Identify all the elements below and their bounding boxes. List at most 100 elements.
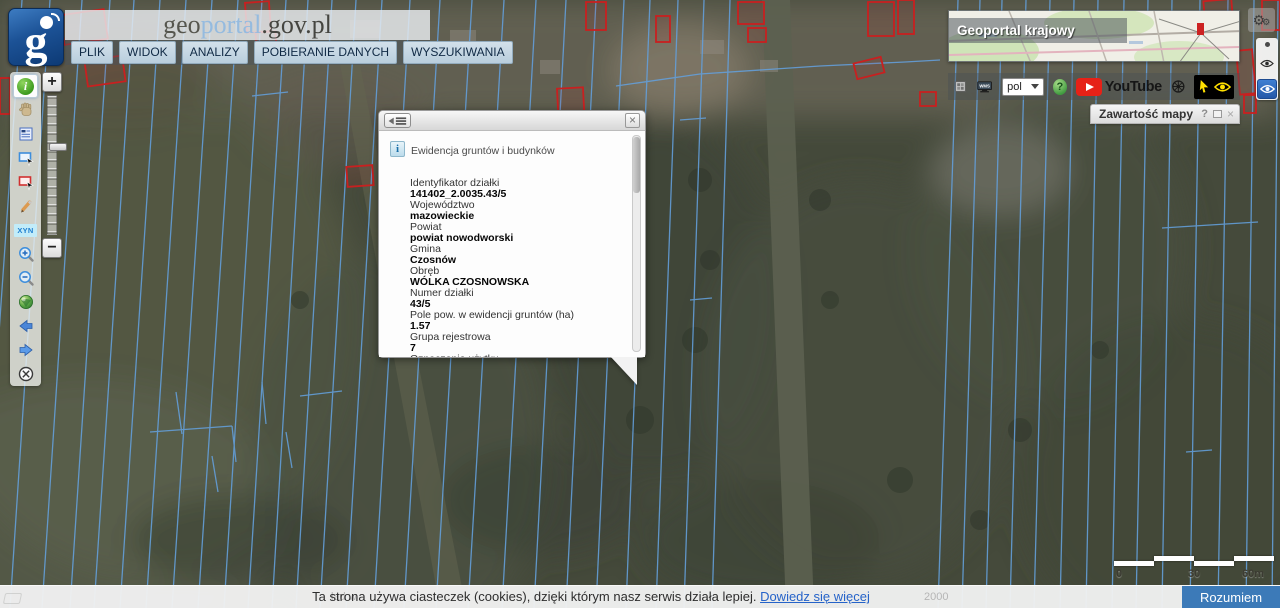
cancel-tool[interactable]: [13, 362, 38, 386]
popup-back-list-button[interactable]: [384, 113, 411, 128]
draw-measure-tool[interactable]: [13, 194, 38, 218]
menu-wyszukiwania[interactable]: WYSZUKIWANIA: [403, 41, 513, 64]
zoom-in-tool[interactable]: [13, 242, 38, 266]
map-contents-title: Zawartość mapy: [1099, 107, 1194, 121]
cookie-accept-button[interactable]: Rozumiem: [1182, 586, 1280, 608]
wms-icon[interactable]: WMS: [976, 79, 993, 95]
info-layer-icon: i: [390, 141, 405, 157]
overview-minimap[interactable]: Geoportal krajowy: [948, 10, 1240, 62]
map-contents-panel-header[interactable]: Zawartość mapy ? ×: [1090, 104, 1240, 124]
field-row: Oznaczenie użytku: [410, 354, 610, 358]
yellow-eye-icon: [1213, 81, 1231, 92]
field-row: Województwo mazowieckie: [410, 199, 475, 222]
pan-tool[interactable]: [13, 98, 38, 122]
map-contents-controls: ? ×: [1201, 108, 1234, 120]
eye-icon[interactable]: [1260, 59, 1274, 68]
white-eye-icon: [1259, 85, 1275, 93]
zoom-out-icon: [18, 271, 34, 286]
form-legend-icon: [19, 127, 32, 141]
cookie-learn-more-link[interactable]: Dowiedz się więcej: [760, 589, 870, 604]
accessibility-contrast-toggle[interactable]: [1194, 74, 1234, 99]
zoom-slider-handle[interactable]: [49, 143, 67, 151]
field-row: Powiat powiat nowodworski: [410, 221, 514, 244]
scale-segment: [1154, 556, 1194, 561]
red-rectangle-select-icon: [18, 176, 34, 191]
grid-icon[interactable]: [954, 79, 967, 94]
arrow-right-icon: [19, 343, 33, 357]
geoportal-logo[interactable]: g: [8, 8, 64, 67]
menu-pobieranie-danych[interactable]: POBIERANIE DANYCH: [253, 41, 398, 64]
show-layers-button[interactable]: [1257, 79, 1277, 99]
overview-title: Geoportal krajowy: [949, 18, 1127, 43]
zoom-in-icon: [18, 247, 34, 262]
youtube-label: YouTube: [1104, 78, 1162, 95]
chevron-down-icon: [1030, 84, 1039, 89]
svg-text:WMS: WMS: [979, 83, 990, 88]
zoom-slider-track[interactable]: [47, 95, 67, 235]
visibility-panel: [1256, 38, 1278, 100]
popup-scrollbar[interactable]: [632, 135, 641, 352]
panel-maximize-icon[interactable]: [1212, 110, 1222, 118]
zoom-out-tool[interactable]: [13, 266, 38, 290]
wheel-icon[interactable]: [1171, 78, 1186, 95]
scale-segment: [1234, 556, 1274, 561]
popup-scrollbar-thumb[interactable]: [633, 137, 640, 193]
field-row: Identyfikator działki 141402_2.0035.43/5: [410, 177, 507, 200]
title-suffix: .gov.pl: [261, 10, 332, 39]
cookie-message: Ta strona używa ciasteczek (cookies), dz…: [312, 589, 870, 604]
scale-segment: [1194, 561, 1234, 566]
site-title: geo portal .gov.pl: [65, 10, 430, 40]
coordinates-xyn-tool[interactable]: XYN: [13, 218, 38, 242]
zoom-slider-plus-button[interactable]: +: [42, 72, 62, 92]
help-button[interactable]: ?: [1052, 78, 1067, 95]
dot-icon[interactable]: [1264, 42, 1270, 47]
geoportal-app: g geo portal .gov.pl PLIK WIDOK ANALIZY PO…: [0, 0, 1280, 608]
next-view-tool[interactable]: [13, 338, 38, 362]
gears-icon: ⚙⚙: [1252, 12, 1271, 28]
settings-button[interactable]: ⚙⚙: [1248, 8, 1275, 32]
popup-layer-title: Ewidencja gruntów i budynków: [411, 145, 555, 157]
full-extent-tool[interactable]: [13, 290, 38, 314]
scale-label-30: 30: [1188, 568, 1201, 580]
identify-info-tool[interactable]: i: [13, 74, 38, 98]
hand-pan-icon: [18, 102, 31, 116]
title-geo: geo: [163, 10, 201, 39]
blue-rectangle-select-icon: [18, 152, 34, 167]
info-icon: i: [17, 77, 34, 95]
youtube-play-icon: [1075, 77, 1102, 96]
field-row: Numer działki 43/5: [410, 287, 474, 310]
back-list-icon: [388, 116, 406, 125]
yellow-cursor-icon: [1199, 80, 1208, 93]
xyn-coordinates-icon: XYN: [14, 223, 37, 237]
select-rectangle-tool[interactable]: [13, 146, 38, 170]
field-row: Grupa rejestrowa 7: [410, 331, 491, 354]
field-row: Obręb WÓLKA CZOSNOWSKA: [410, 265, 530, 288]
language-select[interactable]: pol: [1002, 77, 1044, 96]
scale-label-0: 0: [1116, 568, 1123, 580]
popup-body: i Ewidencja gruntów i budynków Identyfik…: [379, 131, 645, 357]
main-menu: PLIK WIDOK ANALIZY POBIERANIE DANYCH WYS…: [65, 40, 513, 65]
arrow-left-icon: [18, 319, 32, 333]
scale-label-60m: 60m: [1242, 568, 1265, 580]
language-value: pol: [1007, 80, 1022, 93]
logo-flag: [51, 13, 60, 21]
field-row: Gmina Czosnów: [410, 243, 457, 266]
parcel-info-popup: × i Ewidencja gruntów i budynków Identyf…: [378, 110, 646, 385]
menu-analizy[interactable]: ANALIZY: [181, 41, 248, 64]
zoom-slider-minus-button[interactable]: −: [42, 238, 62, 258]
legend-form-tool[interactable]: [13, 122, 38, 146]
scale-bar: 0 30 60m: [1114, 556, 1276, 582]
panel-close-icon[interactable]: ×: [1227, 108, 1234, 120]
circle-x-icon: [18, 366, 33, 382]
panel-help-icon[interactable]: ?: [1201, 108, 1208, 120]
parcel-attributes: Identyfikator działki 141402_2.0035.43/5…: [410, 177, 610, 358]
menu-widok[interactable]: WIDOK: [119, 41, 176, 64]
cookie-notice-bar: ład w 2000 Ta strona używa ciasteczek (c…: [0, 585, 1280, 608]
map-tools-panel: i XYN: [10, 72, 41, 386]
pencil-measure-icon: [20, 200, 32, 213]
youtube-link[interactable]: YouTube: [1075, 77, 1162, 96]
menu-plik[interactable]: PLIK: [71, 41, 114, 64]
deselect-rectangle-tool[interactable]: [13, 170, 38, 194]
previous-view-tool[interactable]: [13, 314, 38, 338]
popup-close-button[interactable]: ×: [625, 113, 640, 128]
